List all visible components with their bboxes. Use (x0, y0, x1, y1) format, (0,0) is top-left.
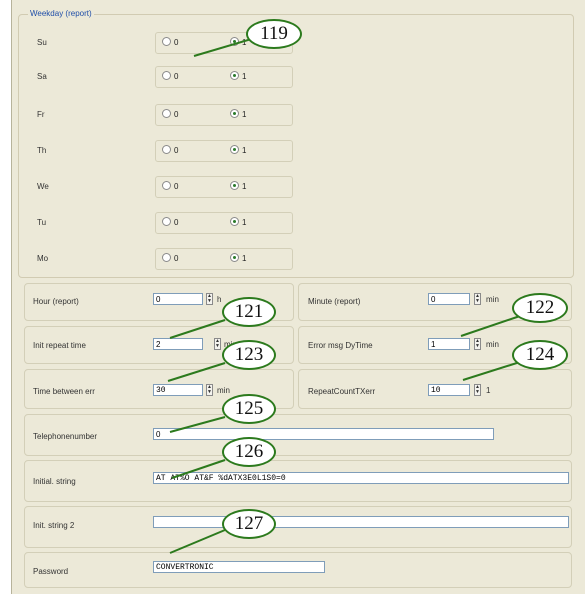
leader-122 (460, 315, 521, 337)
leader-124 (462, 361, 521, 381)
leader-123 (167, 362, 226, 382)
leader-121 (169, 319, 226, 339)
callout-123: 123 (222, 340, 276, 370)
leader-127 (169, 529, 226, 554)
callout-121: 121 (222, 297, 276, 327)
callout-126: 126 (222, 437, 276, 467)
callout-127: 127 (222, 509, 276, 539)
callout-leaders (167, 37, 521, 554)
callout-119: 119 (246, 19, 302, 49)
leader-126 (171, 459, 226, 479)
callout-124: 124 (512, 340, 568, 370)
callout-122: 122 (512, 293, 568, 323)
callout-125: 125 (222, 394, 276, 424)
leader-125 (169, 416, 226, 433)
leader-119 (193, 37, 256, 57)
